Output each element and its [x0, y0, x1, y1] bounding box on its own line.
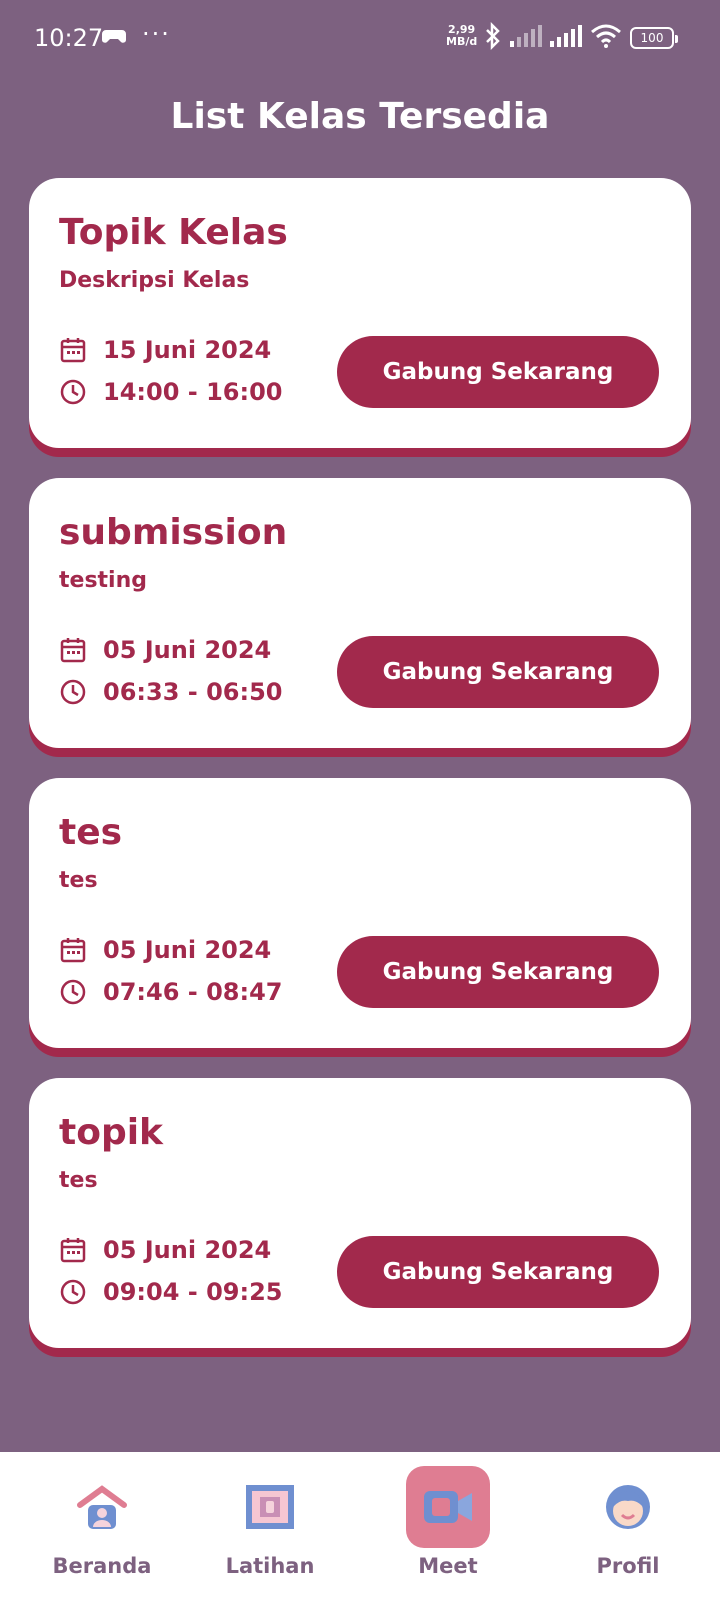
- more-notifications-icon: ···: [142, 20, 171, 48]
- class-title: submission: [59, 512, 288, 553]
- class-time-row: 06:33 - 06:50: [59, 678, 282, 706]
- network-speed-unit: MB/d: [446, 35, 478, 48]
- class-time: 14:00 - 16:00: [103, 378, 283, 406]
- status-bar: 10:27 ··· 2,99 MB/d 100: [0, 0, 720, 80]
- class-time: 09:04 - 09:25: [103, 1278, 283, 1306]
- nav-item-latihan[interactable]: Latihan: [180, 1452, 360, 1600]
- nav-label-meet: Meet: [418, 1554, 478, 1578]
- nav-item-meet[interactable]: Meet: [358, 1452, 538, 1600]
- class-card: topik tes 05 Juni 2024 09:04 - 09:25 Gab…: [29, 1078, 691, 1348]
- class-date-row: 15 Juni 2024: [59, 336, 271, 364]
- class-list: Topik Kelas Deskripsi Kelas 15 Juni 2024…: [29, 178, 691, 1378]
- signal-icon: [550, 25, 582, 51]
- class-card: submission testing 05 Juni 2024 06:33 - …: [29, 478, 691, 748]
- class-date: 15 Juni 2024: [103, 336, 272, 364]
- class-date-row: 05 Juni 2024: [59, 636, 271, 664]
- calendar-icon: [59, 336, 87, 364]
- nav-item-profil[interactable]: Profil: [538, 1452, 718, 1600]
- class-card: Topik Kelas Deskripsi Kelas 15 Juni 2024…: [29, 178, 691, 448]
- calendar-icon: [59, 636, 87, 664]
- join-now-button[interactable]: Gabung Sekarang: [337, 1236, 659, 1308]
- bluetooth-icon: [484, 21, 502, 54]
- class-time-row: 09:04 - 09:25: [59, 1278, 282, 1306]
- clock-icon: [59, 978, 87, 1006]
- class-description: testing: [59, 568, 147, 593]
- status-icons: 100: [484, 21, 678, 54]
- class-description: Deskripsi Kelas: [59, 268, 250, 293]
- nav-label-latihan: Latihan: [225, 1554, 315, 1578]
- join-now-button[interactable]: Gabung Sekarang: [337, 936, 659, 1008]
- battery-icon: 100: [630, 27, 678, 49]
- bottom-navigation: Beranda Latihan Meet Profil: [0, 1452, 720, 1600]
- game-controller-icon: [102, 26, 126, 50]
- wifi-icon: [590, 24, 622, 52]
- class-title: tes: [59, 812, 123, 853]
- nav-item-beranda[interactable]: Beranda: [12, 1452, 192, 1600]
- page-title: List Kelas Tersedia: [170, 96, 550, 137]
- clock-icon: [59, 1278, 87, 1306]
- class-time: 07:46 - 08:47: [103, 978, 283, 1006]
- clock-icon: [59, 678, 87, 706]
- class-time-row: 07:46 - 08:47: [59, 978, 282, 1006]
- exercise-icon: [228, 1466, 312, 1548]
- class-time: 06:33 - 06:50: [103, 678, 283, 706]
- join-now-button[interactable]: Gabung Sekarang: [337, 336, 659, 408]
- class-date: 05 Juni 2024: [103, 936, 272, 964]
- class-card: tes tes 05 Juni 2024 07:46 - 08:47 Gabun…: [29, 778, 691, 1048]
- class-title: Topik Kelas: [59, 212, 288, 253]
- class-date-row: 05 Juni 2024: [59, 936, 271, 964]
- class-title: topik: [59, 1112, 163, 1153]
- calendar-icon: [59, 936, 87, 964]
- signal-weak-icon: [510, 25, 542, 51]
- class-description: tes: [59, 868, 98, 893]
- video-call-icon: [406, 1466, 490, 1548]
- clock-icon: [59, 378, 87, 406]
- calendar-icon: [59, 1236, 87, 1264]
- class-time-row: 14:00 - 16:00: [59, 378, 282, 406]
- home-icon: [60, 1466, 144, 1548]
- profile-avatar-icon: [586, 1466, 670, 1548]
- class-description: tes: [59, 1168, 98, 1193]
- class-date: 05 Juni 2024: [103, 1236, 272, 1264]
- nav-label-beranda: Beranda: [52, 1554, 152, 1578]
- status-time: 10:27: [34, 24, 104, 52]
- class-date-row: 05 Juni 2024: [59, 1236, 271, 1264]
- class-date: 05 Juni 2024: [103, 636, 272, 664]
- join-now-button[interactable]: Gabung Sekarang: [337, 636, 659, 708]
- nav-label-profil: Profil: [596, 1554, 660, 1578]
- network-speed: 2,99 MB/d: [446, 24, 477, 48]
